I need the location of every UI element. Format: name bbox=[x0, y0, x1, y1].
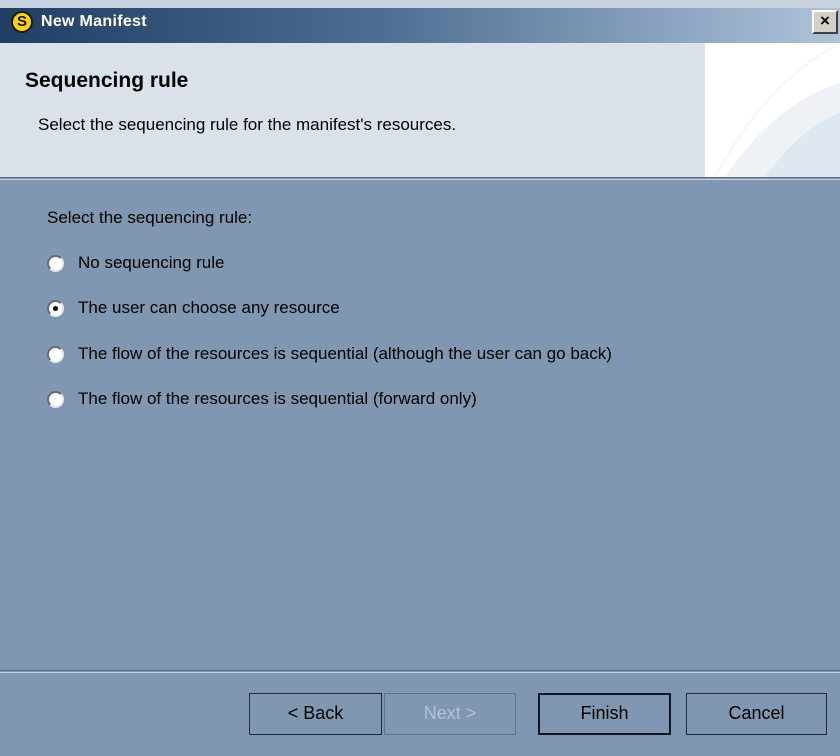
close-button[interactable]: × bbox=[812, 10, 838, 34]
radio-label: The flow of the resources is sequential … bbox=[78, 389, 477, 408]
radio-label: The user can choose any resource bbox=[78, 298, 340, 317]
radio-sequential-forward[interactable]: The flow of the resources is sequential … bbox=[47, 387, 477, 411]
header-separator bbox=[0, 177, 840, 180]
footer-separator bbox=[0, 670, 840, 673]
radio-button[interactable] bbox=[47, 345, 64, 363]
radio-button[interactable] bbox=[47, 390, 64, 408]
radio-sequential-back[interactable]: The flow of the resources is sequential … bbox=[47, 342, 612, 366]
title-bar[interactable]: S New Manifest × bbox=[0, 0, 840, 43]
page-title: Sequencing rule bbox=[25, 69, 189, 92]
radio-button[interactable] bbox=[47, 254, 64, 272]
wizard-header: Sequencing rule Select the sequencing ru… bbox=[0, 43, 840, 177]
radio-button-selected[interactable] bbox=[47, 299, 64, 317]
page-description: Select the sequencing rule for the manif… bbox=[38, 115, 457, 134]
close-icon: × bbox=[820, 11, 830, 30]
next-button[interactable]: Next > bbox=[384, 693, 516, 735]
window-title: New Manifest bbox=[41, 13, 147, 30]
radio-label: No sequencing rule bbox=[78, 253, 225, 272]
app-logo-icon: S bbox=[11, 11, 33, 33]
finish-button[interactable]: Finish bbox=[538, 693, 671, 735]
radio-no-sequencing[interactable]: No sequencing rule bbox=[47, 251, 224, 275]
cancel-button[interactable]: Cancel bbox=[686, 693, 827, 735]
header-banner-graphic bbox=[705, 43, 840, 177]
radio-user-choose-any[interactable]: The user can choose any resource bbox=[47, 296, 340, 320]
sequencing-prompt: Select the sequencing rule: bbox=[47, 208, 253, 227]
back-button[interactable]: < Back bbox=[249, 693, 382, 735]
radio-label: The flow of the resources is sequential … bbox=[78, 344, 612, 363]
